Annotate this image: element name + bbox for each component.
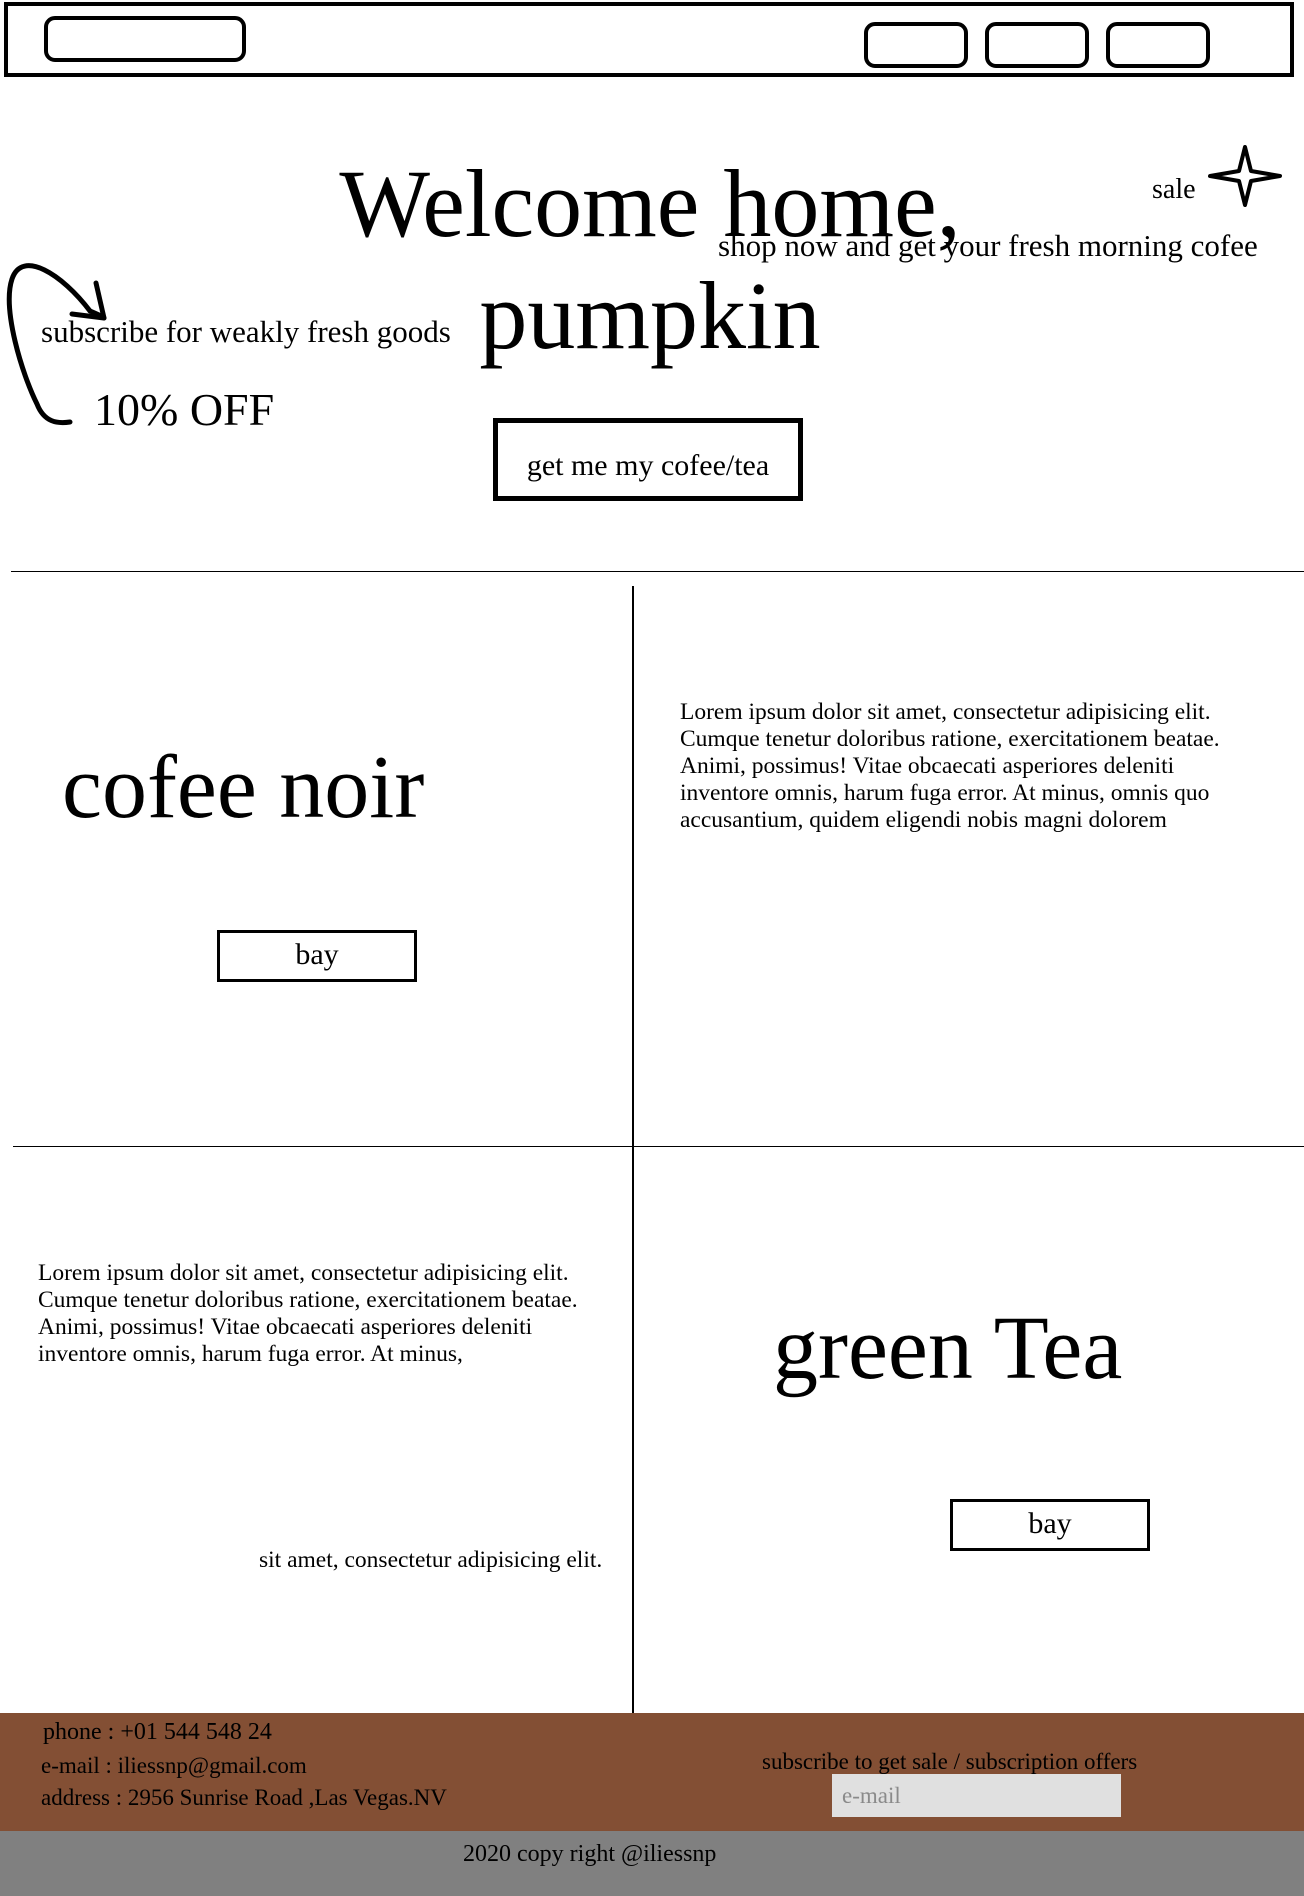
nav-link-1[interactable] <box>864 22 968 68</box>
product-title-cofee-noir: cofee noir <box>62 738 425 837</box>
footer-address: address : 2956 Sunrise Road ,Las Vegas.N… <box>41 1785 447 1810</box>
star-icon <box>1208 145 1282 207</box>
discount-label: 10% OFF <box>94 384 275 435</box>
product-title-green-tea: green Tea <box>773 1299 1123 1398</box>
subscribe-note: subscribe for weakly fresh goods <box>41 314 451 349</box>
section-divider-middle <box>13 1146 1304 1147</box>
nav-link-3[interactable] <box>1106 22 1210 68</box>
logo-placeholder[interactable] <box>44 16 246 62</box>
column-divider <box>632 586 634 1714</box>
copyright-bar: 2020 copy right @iliessnp <box>0 1831 1304 1896</box>
footer-phone: phone : +01 544 548 24 <box>43 1719 272 1745</box>
sale-label[interactable]: sale <box>1152 174 1196 206</box>
footer-email[interactable]: e-mail : iliessnp@gmail.com <box>41 1753 307 1779</box>
subscribe-email-input[interactable] <box>832 1774 1121 1817</box>
hero-tagline: shop now and get your fresh morning cofe… <box>718 228 1258 263</box>
nav-link-2[interactable] <box>985 22 1089 68</box>
cta-button[interactable]: get me my cofee/tea <box>493 418 803 501</box>
product-description-green-tea: Lorem ipsum dolor sit amet, consectetur … <box>38 1260 578 1367</box>
buy-button-cofee-noir[interactable]: bay <box>217 930 417 982</box>
footer-subscribe-text: subscribe to get sale / subscription off… <box>762 1749 1138 1774</box>
buy-button-green-tea[interactable]: bay <box>950 1499 1150 1551</box>
top-navbar <box>4 2 1294 77</box>
product-description-green-tea-tail: sit amet, consectetur adipisicing elit. <box>259 1547 603 1573</box>
copyright-text: 2020 copy right @iliessnp <box>463 1841 717 1867</box>
footer: phone : +01 544 548 24 e-mail : iliessnp… <box>0 1713 1304 1831</box>
product-description-cofee-noir: Lorem ipsum dolor sit amet, consectetur … <box>680 699 1220 833</box>
section-divider-top <box>11 571 1304 572</box>
